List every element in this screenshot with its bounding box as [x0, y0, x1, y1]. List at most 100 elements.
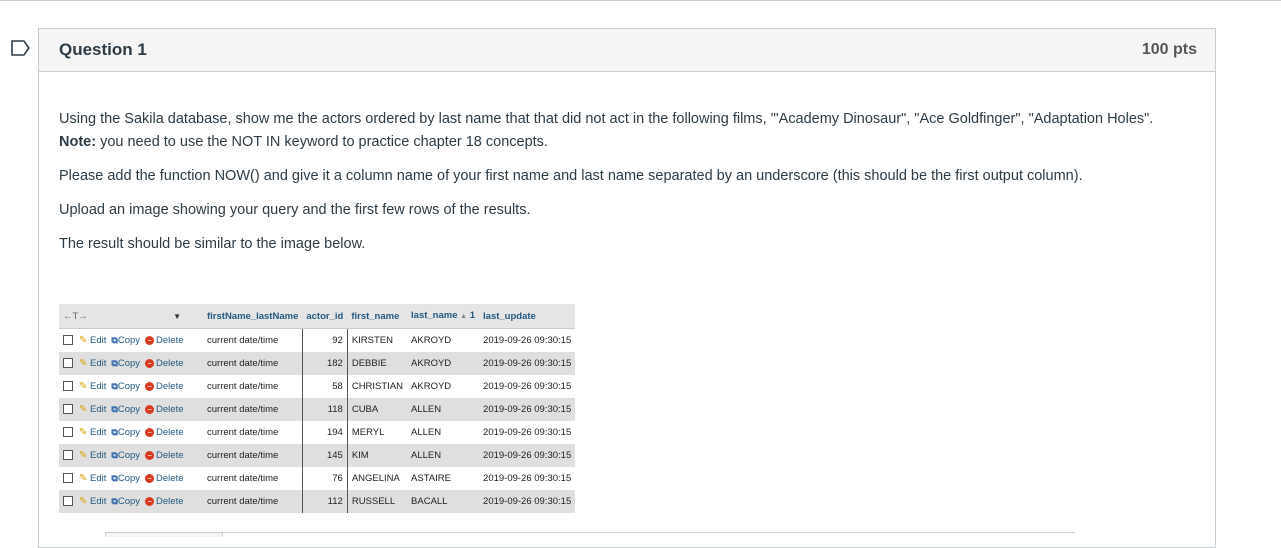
cell-last-update[interactable]: 2019-09-26 09:30:15 — [479, 467, 576, 490]
delete-button[interactable]: − Delete — [145, 358, 184, 369]
row-checkbox[interactable] — [63, 473, 73, 484]
header-first-name[interactable]: first_name — [347, 304, 408, 329]
delete-label: Delete — [156, 450, 184, 461]
row-checkbox[interactable] — [63, 358, 73, 369]
cell-first-name[interactable]: CHRISTIAN — [346, 375, 408, 398]
cell-last-name[interactable]: AKROYD — [407, 328, 480, 352]
header-last-name[interactable]: last_name ▲ 1 — [407, 304, 480, 329]
cell-last-update[interactable]: 2019-09-26 09:30:15 — [479, 490, 576, 513]
copy-button[interactable]: ⧉ Copy — [111, 473, 140, 484]
edit-button[interactable]: ✎ Edit — [79, 496, 106, 507]
cell-firstname-lastname[interactable]: current date/time — [203, 467, 303, 490]
note-label: Note: — [59, 134, 97, 150]
cell-first-name[interactable]: MERYL — [346, 421, 408, 444]
row-checkbox[interactable] — [63, 381, 73, 392]
row-checkbox[interactable] — [63, 404, 73, 415]
options-dropdown-icon[interactable]: ▼ — [173, 312, 181, 321]
delete-button[interactable]: − Delete — [145, 335, 184, 346]
cell-actor-id[interactable]: 58 — [302, 375, 348, 398]
flag-question-icon[interactable] — [10, 40, 30, 56]
cell-last-update[interactable]: 2019-09-26 09:30:15 — [479, 352, 576, 375]
copy-button[interactable]: ⧉ Copy — [111, 358, 140, 369]
delete-button[interactable]: − Delete — [145, 450, 184, 461]
sort-order-number: 1 — [469, 310, 476, 321]
copy-button[interactable]: ⧉ Copy — [111, 450, 140, 461]
edit-button[interactable]: ✎ Edit — [79, 450, 106, 461]
cell-firstname-lastname[interactable]: current date/time — [203, 444, 303, 467]
copy-button[interactable]: ⧉ Copy — [111, 404, 140, 415]
cell-first-name[interactable]: KIRSTEN — [346, 328, 408, 352]
cell-firstname-lastname[interactable]: current date/time — [203, 375, 303, 398]
cell-firstname-lastname[interactable]: current date/time — [203, 398, 303, 421]
delete-icon: − — [145, 450, 155, 460]
copy-button[interactable]: ⧉ Copy — [111, 427, 140, 438]
copy-button[interactable]: ⧉ Copy — [111, 335, 140, 346]
cell-firstname-lastname[interactable]: current date/time — [203, 421, 303, 444]
cell-actor-id[interactable]: 118 — [302, 398, 348, 421]
cell-first-name[interactable]: CUBA — [346, 398, 408, 421]
cell-firstname-lastname[interactable]: current date/time — [203, 490, 303, 513]
cell-firstname-lastname[interactable]: current date/time — [203, 352, 303, 375]
delete-button[interactable]: − Delete — [145, 427, 184, 438]
edit-button[interactable]: ✎ Edit — [79, 473, 106, 484]
delete-icon: − — [145, 496, 155, 506]
cell-last-name[interactable]: ASTAIRE — [407, 467, 480, 490]
cell-first-name[interactable]: KIM — [346, 444, 408, 467]
delete-label: Delete — [156, 427, 184, 438]
copy-label: Copy — [117, 358, 141, 369]
edit-button[interactable]: ✎ Edit — [79, 358, 106, 369]
question-paragraph-1: Using the Sakila database, show me the a… — [59, 108, 1195, 154]
row-actions: ✎ Edit ⧉ Copy − Delete — [59, 467, 203, 490]
cell-actor-id[interactable]: 92 — [302, 328, 348, 352]
edit-button[interactable]: ✎ Edit — [79, 335, 106, 346]
question-paragraph-2: Please add the function NOW() and give i… — [59, 168, 1083, 184]
delete-button[interactable]: − Delete — [145, 404, 184, 415]
question-paragraph-3: Upload an image showing your query and t… — [59, 202, 531, 218]
delete-icon: − — [145, 381, 155, 391]
row-checkbox[interactable] — [63, 427, 73, 438]
cell-first-name[interactable]: RUSSELL — [346, 490, 408, 513]
cell-last-update[interactable]: 2019-09-26 09:30:15 — [479, 421, 576, 444]
cell-last-name[interactable]: ALLEN — [407, 398, 480, 421]
cell-actor-id[interactable]: 76 — [302, 467, 348, 490]
header-last-name-label: last_name — [411, 310, 458, 321]
delete-label: Delete — [156, 404, 184, 415]
top-divider — [0, 0, 1281, 1]
cell-last-name[interactable]: AKROYD — [407, 352, 480, 375]
row-checkbox[interactable] — [63, 496, 73, 507]
delete-button[interactable]: − Delete — [145, 381, 184, 392]
header-firstname-lastname[interactable]: firstName_lastName — [203, 304, 303, 329]
cell-first-name[interactable]: ANGELINA — [346, 467, 408, 490]
delete-button[interactable]: − Delete — [145, 496, 184, 507]
cell-last-name[interactable]: ALLEN — [407, 444, 480, 467]
row-checkbox[interactable] — [63, 335, 73, 346]
cell-last-update[interactable]: 2019-09-26 09:30:15 — [479, 328, 576, 352]
header-actor-id[interactable]: actor_id — [302, 304, 348, 329]
cell-last-name[interactable]: ALLEN — [407, 421, 480, 444]
delete-icon: − — [145, 358, 155, 368]
cell-last-update[interactable]: 2019-09-26 09:30:15 — [479, 375, 576, 398]
cell-actor-id[interactable]: 194 — [302, 421, 348, 444]
header-last-update[interactable]: last_update — [479, 304, 576, 329]
delete-button[interactable]: − Delete — [145, 473, 184, 484]
cell-last-name[interactable]: AKROYD — [407, 375, 480, 398]
pencil-icon: ✎ — [79, 335, 88, 346]
edit-button[interactable]: ✎ Edit — [79, 404, 106, 415]
cell-last-update[interactable]: 2019-09-26 09:30:15 — [479, 444, 576, 467]
question-title: Question 1 — [59, 40, 147, 59]
edit-label: Edit — [90, 358, 107, 369]
cell-first-name[interactable]: DEBBIE — [346, 352, 408, 375]
edit-button[interactable]: ✎ Edit — [79, 427, 106, 438]
cell-firstname-lastname[interactable]: current date/time — [203, 328, 303, 352]
edit-button[interactable]: ✎ Edit — [79, 381, 106, 392]
cell-last-update[interactable]: 2019-09-26 09:30:15 — [479, 398, 576, 421]
row-actions: ✎ Edit ⧉ Copy − Delete — [59, 490, 203, 513]
copy-button[interactable]: ⧉ Copy — [111, 381, 140, 392]
copy-button[interactable]: ⧉ Copy — [111, 496, 140, 507]
row-checkbox[interactable] — [63, 450, 73, 461]
header-actions: ←T→ ▼ — [59, 304, 203, 329]
cell-actor-id[interactable]: 182 — [302, 352, 348, 375]
cell-actor-id[interactable]: 145 — [302, 444, 348, 467]
cell-last-name[interactable]: BACALL — [407, 490, 480, 513]
cell-actor-id[interactable]: 112 — [302, 490, 348, 513]
